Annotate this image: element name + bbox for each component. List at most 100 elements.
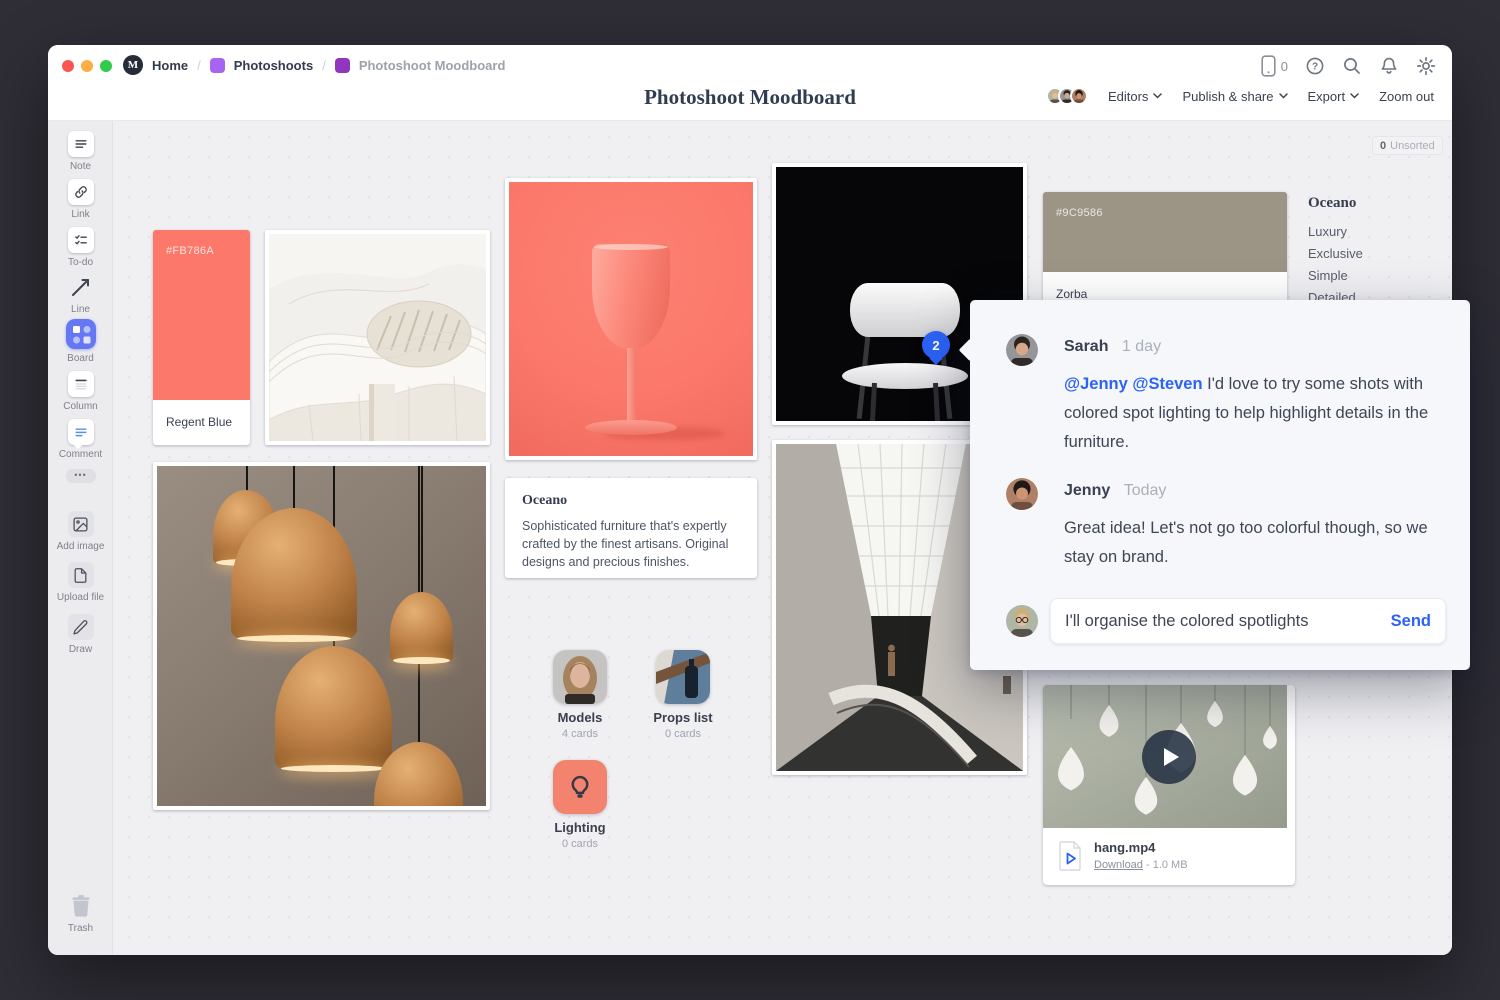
maximize-window-button[interactable] bbox=[100, 60, 112, 72]
comment-time: 1 day bbox=[1122, 338, 1161, 355]
notifications-button[interactable] bbox=[1379, 56, 1399, 76]
comment-message: @Jenny @Steven I'd love to try some shot… bbox=[1064, 370, 1444, 457]
video-thumbnail bbox=[1043, 685, 1295, 828]
export-dropdown[interactable]: Export bbox=[1308, 89, 1360, 104]
app-logo[interactable]: M bbox=[123, 55, 143, 75]
file-icon bbox=[72, 567, 89, 584]
coral-goblet-image[interactable] bbox=[505, 178, 757, 460]
search-button[interactable] bbox=[1342, 56, 1362, 76]
link-icon bbox=[73, 184, 89, 200]
tool-more[interactable]: ••• bbox=[48, 469, 113, 483]
send-button[interactable]: Send bbox=[1391, 612, 1431, 631]
mention-links[interactable]: @Jenny @Steven bbox=[1064, 375, 1203, 393]
breadcrumb-separator: / bbox=[197, 58, 201, 73]
tool-column[interactable]: Column bbox=[48, 371, 113, 412]
word-list-item: Simple bbox=[1308, 265, 1448, 287]
mobile-devices-button[interactable]: 0 bbox=[1261, 55, 1288, 77]
zoom-out-label: Zoom out bbox=[1379, 89, 1434, 104]
note-card[interactable]: Oceano Sophisticated furniture that's ex… bbox=[505, 478, 757, 578]
chevron-down-icon bbox=[1153, 93, 1162, 99]
download-link[interactable]: Download bbox=[1094, 859, 1143, 871]
video-size: - 1.0 MB bbox=[1146, 859, 1188, 871]
zoom-out-button[interactable]: Zoom out bbox=[1379, 89, 1434, 104]
phone-icon bbox=[1261, 55, 1276, 77]
models-thumbnail[interactable] bbox=[553, 650, 607, 704]
publish-share-dropdown[interactable]: Publish & share bbox=[1182, 89, 1287, 104]
breadcrumb-separator: / bbox=[322, 58, 326, 73]
comment-pin[interactable]: 2 bbox=[922, 331, 950, 359]
export-label: Export bbox=[1308, 89, 1346, 104]
avatar-jenny bbox=[1006, 478, 1038, 510]
avatar-jenny[interactable] bbox=[1070, 87, 1088, 105]
play-button[interactable] bbox=[1142, 730, 1196, 784]
minimize-window-button[interactable] bbox=[81, 60, 93, 72]
search-icon bbox=[1342, 56, 1362, 76]
svg-text:?: ? bbox=[1312, 62, 1318, 73]
board-tile-props-list[interactable]: Props list 0 cards bbox=[656, 650, 710, 704]
board-icon bbox=[66, 319, 96, 349]
comment-message: Great idea! Let's not go too colorful th… bbox=[1064, 514, 1444, 572]
comment-input-box: Send bbox=[1050, 598, 1446, 644]
window-controls[interactable] bbox=[62, 60, 112, 72]
tool-comment[interactable]: Comment bbox=[48, 419, 113, 460]
todo-icon bbox=[73, 232, 89, 248]
chevron-down-icon bbox=[1279, 93, 1288, 99]
avatar-steven bbox=[1006, 605, 1038, 637]
tool-link[interactable]: Link bbox=[48, 179, 113, 220]
column-icon bbox=[73, 376, 89, 392]
editors-dropdown[interactable]: Editors bbox=[1108, 89, 1162, 104]
comment-text: Great idea! Let's not go too colorful th… bbox=[1064, 519, 1428, 566]
close-window-button[interactable] bbox=[62, 60, 74, 72]
comment-author: Jenny bbox=[1064, 482, 1110, 499]
editor-avatars[interactable] bbox=[1046, 87, 1088, 105]
tool-todo[interactable]: To-do bbox=[48, 227, 113, 268]
word-list-item: Luxury bbox=[1308, 221, 1448, 243]
word-list-item: Exclusive bbox=[1308, 243, 1448, 265]
header-icon-row: 0 ? bbox=[1261, 55, 1436, 77]
props-thumbnail[interactable] bbox=[656, 650, 710, 704]
header-actions: Editors Publish & share Export Zoom out bbox=[1046, 87, 1434, 105]
avatar-sarah bbox=[1006, 334, 1038, 366]
tool-board[interactable]: Board bbox=[48, 319, 113, 364]
board-tile-lighting[interactable]: Lighting 0 cards bbox=[553, 760, 607, 814]
comment-popup: Sarah 1 day @Jenny @Steven I'd love to t… bbox=[970, 300, 1470, 670]
tool-draw[interactable]: Draw bbox=[48, 614, 113, 655]
editors-label: Editors bbox=[1108, 89, 1148, 104]
color-swatch-regent-blue[interactable]: #FB786A Regent Blue bbox=[153, 230, 250, 445]
note-icon bbox=[73, 136, 89, 152]
unsorted-count: 0 bbox=[1380, 140, 1386, 152]
arrow-line-icon bbox=[69, 275, 93, 299]
bell-icon bbox=[1379, 56, 1399, 76]
image-icon bbox=[72, 516, 89, 533]
breadcrumb-photoshoots[interactable]: Photoshoots bbox=[234, 58, 313, 73]
comment-author: Sarah bbox=[1064, 338, 1108, 355]
settings-button[interactable] bbox=[1416, 56, 1436, 76]
note-title: Oceano bbox=[522, 493, 740, 509]
board-tile-models[interactable]: Models 4 cards bbox=[553, 650, 607, 704]
more-icon: ••• bbox=[66, 469, 96, 483]
publish-share-label: Publish & share bbox=[1182, 89, 1273, 104]
unsorted-badge[interactable]: 0 Unsorted bbox=[1372, 136, 1443, 155]
video-card[interactable]: hang.mp4 Download - 1.0 MB bbox=[1043, 685, 1295, 885]
tool-note[interactable]: Note bbox=[48, 131, 113, 172]
trash-target[interactable]: Trash bbox=[48, 893, 113, 934]
architecture-image[interactable] bbox=[265, 230, 490, 445]
board-icon-moodboard bbox=[335, 58, 350, 73]
pencil-icon bbox=[72, 619, 89, 636]
tool-add-image[interactable]: Add image bbox=[48, 511, 113, 552]
video-filename: hang.mp4 bbox=[1094, 840, 1188, 855]
device-count: 0 bbox=[1281, 59, 1288, 74]
word-list-title: Oceano bbox=[1308, 195, 1448, 212]
tool-upload-file[interactable]: Upload file bbox=[48, 562, 113, 603]
comment-icon bbox=[73, 424, 89, 440]
video-file-icon bbox=[1057, 841, 1083, 871]
lighting-thumbnail[interactable] bbox=[553, 760, 607, 814]
comment-input[interactable] bbox=[1065, 612, 1381, 631]
word-list-card[interactable]: Oceano Luxury Exclusive Simple Detailed bbox=[1308, 195, 1448, 309]
help-button[interactable]: ? bbox=[1305, 56, 1325, 76]
tool-line[interactable]: Line bbox=[48, 274, 113, 315]
swatch-hex-value: #9C9586 bbox=[1056, 207, 1103, 219]
pendant-lamps-image[interactable] bbox=[153, 462, 490, 810]
breadcrumb: M Home / Photoshoots / Photoshoot Moodbo… bbox=[123, 55, 505, 75]
breadcrumb-home[interactable]: Home bbox=[152, 58, 188, 73]
